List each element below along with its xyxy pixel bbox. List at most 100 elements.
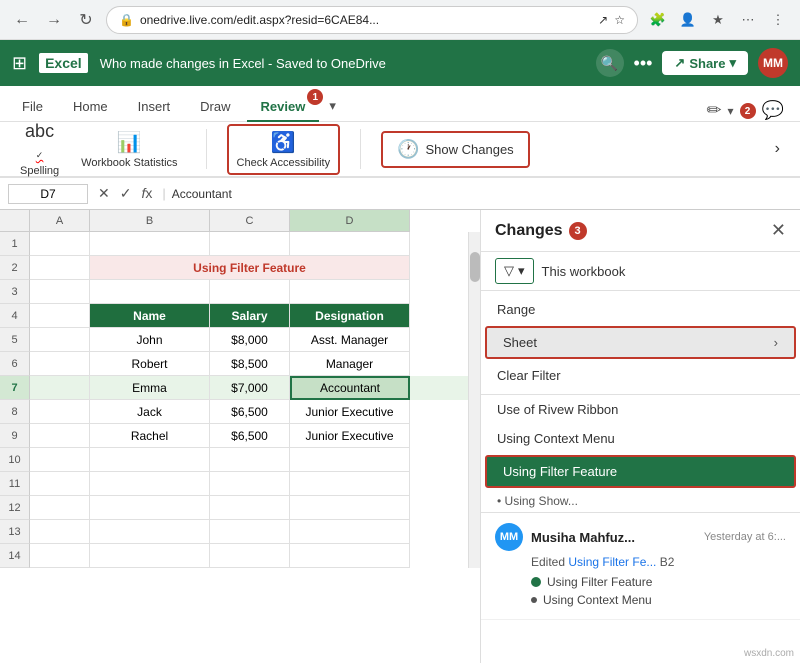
cell-c6[interactable]: $8,500 xyxy=(210,352,290,376)
confirm-formula-btn[interactable]: ✓ xyxy=(116,185,136,202)
back-button[interactable]: ← xyxy=(10,8,34,32)
row-12: 12 xyxy=(0,496,30,520)
cell-a4[interactable] xyxy=(30,304,90,328)
spelling-label: Spelling xyxy=(20,165,59,177)
cell-a13[interactable] xyxy=(30,520,90,544)
cell-d4[interactable]: Designation xyxy=(290,304,410,328)
cell-d13[interactable] xyxy=(290,520,410,544)
cell-c12[interactable] xyxy=(210,496,290,520)
cell-d10[interactable] xyxy=(290,448,410,472)
cell-b8[interactable]: Jack xyxy=(90,400,210,424)
cell-d7[interactable]: Accountant xyxy=(290,376,410,400)
scroll-thumb[interactable] xyxy=(470,252,480,282)
puzzle-icon[interactable]: ⋯ xyxy=(736,8,760,32)
cell-d1[interactable] xyxy=(290,232,410,256)
cell-b14[interactable] xyxy=(90,544,210,568)
submenu-rivew-ribbon[interactable]: Use of Rivew Ribbon xyxy=(481,395,800,424)
insert-function-btn[interactable]: fx xyxy=(137,185,156,202)
cell-c1[interactable] xyxy=(210,232,290,256)
vertical-scrollbar[interactable] xyxy=(468,232,480,568)
tab-draw[interactable]: Draw xyxy=(186,93,244,122)
cell-b4[interactable]: Name xyxy=(90,304,210,328)
cell-a8[interactable] xyxy=(30,400,90,424)
col-header-c: C xyxy=(210,210,290,232)
share-icon: ↗ xyxy=(674,55,685,71)
cell-c10[interactable] xyxy=(210,448,290,472)
cell-a7[interactable] xyxy=(30,376,90,400)
submenu-context-menu[interactable]: Using Context Menu xyxy=(481,424,800,453)
close-panel-button[interactable]: ✕ xyxy=(771,220,786,241)
cell-reference-input[interactable]: D7 xyxy=(8,184,88,204)
cell-a11[interactable] xyxy=(30,472,90,496)
spreadsheet[interactable]: A B C D 1 2 3 4 5 6 7 8 9 10 11 12 xyxy=(0,210,480,663)
workbook-statistics-button[interactable]: 📊 Workbook Statistics xyxy=(73,126,185,173)
tab-review[interactable]: Review 1 xyxy=(247,93,320,122)
cell-c7[interactable]: $7,000 xyxy=(210,376,290,400)
more-ribbon-button[interactable]: › xyxy=(767,136,788,162)
dropdown-sheet[interactable]: Sheet › xyxy=(485,326,796,359)
pen-icon[interactable]: ✏ xyxy=(706,100,721,121)
cell-d6[interactable]: Manager xyxy=(290,352,410,376)
show-changes-button[interactable]: 🕐 Show Changes xyxy=(381,131,530,168)
browser-bar: ← → ↻ 🔒 onedrive.live.com/edit.aspx?resi… xyxy=(0,0,800,40)
check-accessibility-button[interactable]: ♿ Check Accessibility xyxy=(227,124,341,175)
pen-dropdown[interactable]: ▾ xyxy=(728,104,734,118)
grid-area[interactable]: Using Filter Feature Name Salary Designa… xyxy=(30,232,468,568)
cell-d12[interactable] xyxy=(290,496,410,520)
comment-icon[interactable]: 💬 xyxy=(762,100,784,121)
cell-b13[interactable] xyxy=(90,520,210,544)
cell-d14[interactable] xyxy=(290,544,410,568)
address-bar[interactable]: 🔒 onedrive.live.com/edit.aspx?resid=6CAE… xyxy=(106,6,638,34)
cell-d8[interactable]: Junior Executive xyxy=(290,400,410,424)
profile-icon[interactable]: 👤 xyxy=(676,8,700,32)
cell-b3[interactable] xyxy=(90,280,210,304)
extensions-icon[interactable]: 🧩 xyxy=(646,8,670,32)
cell-d5[interactable]: Asst. Manager xyxy=(290,328,410,352)
cell-c3[interactable] xyxy=(210,280,290,304)
submenu-filter-feature[interactable]: Using Filter Feature xyxy=(485,455,796,488)
forward-button[interactable]: → xyxy=(42,8,66,32)
cell-b1[interactable] xyxy=(90,232,210,256)
cell-a10[interactable] xyxy=(30,448,90,472)
cell-a6[interactable] xyxy=(30,352,90,376)
cell-b11[interactable] xyxy=(90,472,210,496)
cell-d9[interactable]: Junior Executive xyxy=(290,424,410,448)
cell-a3[interactable] xyxy=(30,280,90,304)
more-options-icon[interactable]: ••• xyxy=(634,53,653,74)
filter-button[interactable]: ▽ ▾ xyxy=(495,258,534,284)
user-avatar[interactable]: MM xyxy=(758,48,788,78)
cell-a9[interactable] xyxy=(30,424,90,448)
cell-a5[interactable] xyxy=(30,328,90,352)
search-button[interactable]: 🔍 xyxy=(596,49,624,77)
cell-c8[interactable]: $6,500 xyxy=(210,400,290,424)
cell-d11[interactable] xyxy=(290,472,410,496)
share-button[interactable]: ↗ Share ▾ xyxy=(662,51,748,75)
cell-b12[interactable] xyxy=(90,496,210,520)
cell-b2-merged[interactable]: Using Filter Feature xyxy=(90,256,410,280)
cell-c5[interactable]: $8,000 xyxy=(210,328,290,352)
cell-b7[interactable]: Emma xyxy=(90,376,210,400)
more-icon[interactable]: ⋮ xyxy=(766,8,790,32)
dropdown-clear-filter[interactable]: Clear Filter xyxy=(481,361,800,390)
cell-c11[interactable] xyxy=(210,472,290,496)
cell-a14[interactable] xyxy=(30,544,90,568)
cancel-formula-btn[interactable]: ✕ xyxy=(94,185,114,202)
cell-a2[interactable] xyxy=(30,256,90,280)
dropdown-range[interactable]: Range xyxy=(481,295,800,324)
cell-c4[interactable]: Salary xyxy=(210,304,290,328)
cell-c13[interactable] xyxy=(210,520,290,544)
cell-b6[interactable]: Robert xyxy=(90,352,210,376)
cell-b9[interactable]: Rachel xyxy=(90,424,210,448)
cell-b5[interactable]: John xyxy=(90,328,210,352)
refresh-button[interactable]: ↻ xyxy=(74,8,98,32)
grid-icon[interactable]: ⊞ xyxy=(12,53,27,74)
cell-a1[interactable] xyxy=(30,232,90,256)
cell-b10[interactable] xyxy=(90,448,210,472)
cell-c9[interactable]: $6,500 xyxy=(210,424,290,448)
bookmark-icon[interactable]: ★ xyxy=(706,8,730,32)
cell-d3[interactable] xyxy=(290,280,410,304)
cell-a12[interactable] xyxy=(30,496,90,520)
spelling-button[interactable]: abc✓ Spelling xyxy=(12,117,67,181)
tab-more[interactable]: ▾ xyxy=(321,92,344,122)
cell-c14[interactable] xyxy=(210,544,290,568)
